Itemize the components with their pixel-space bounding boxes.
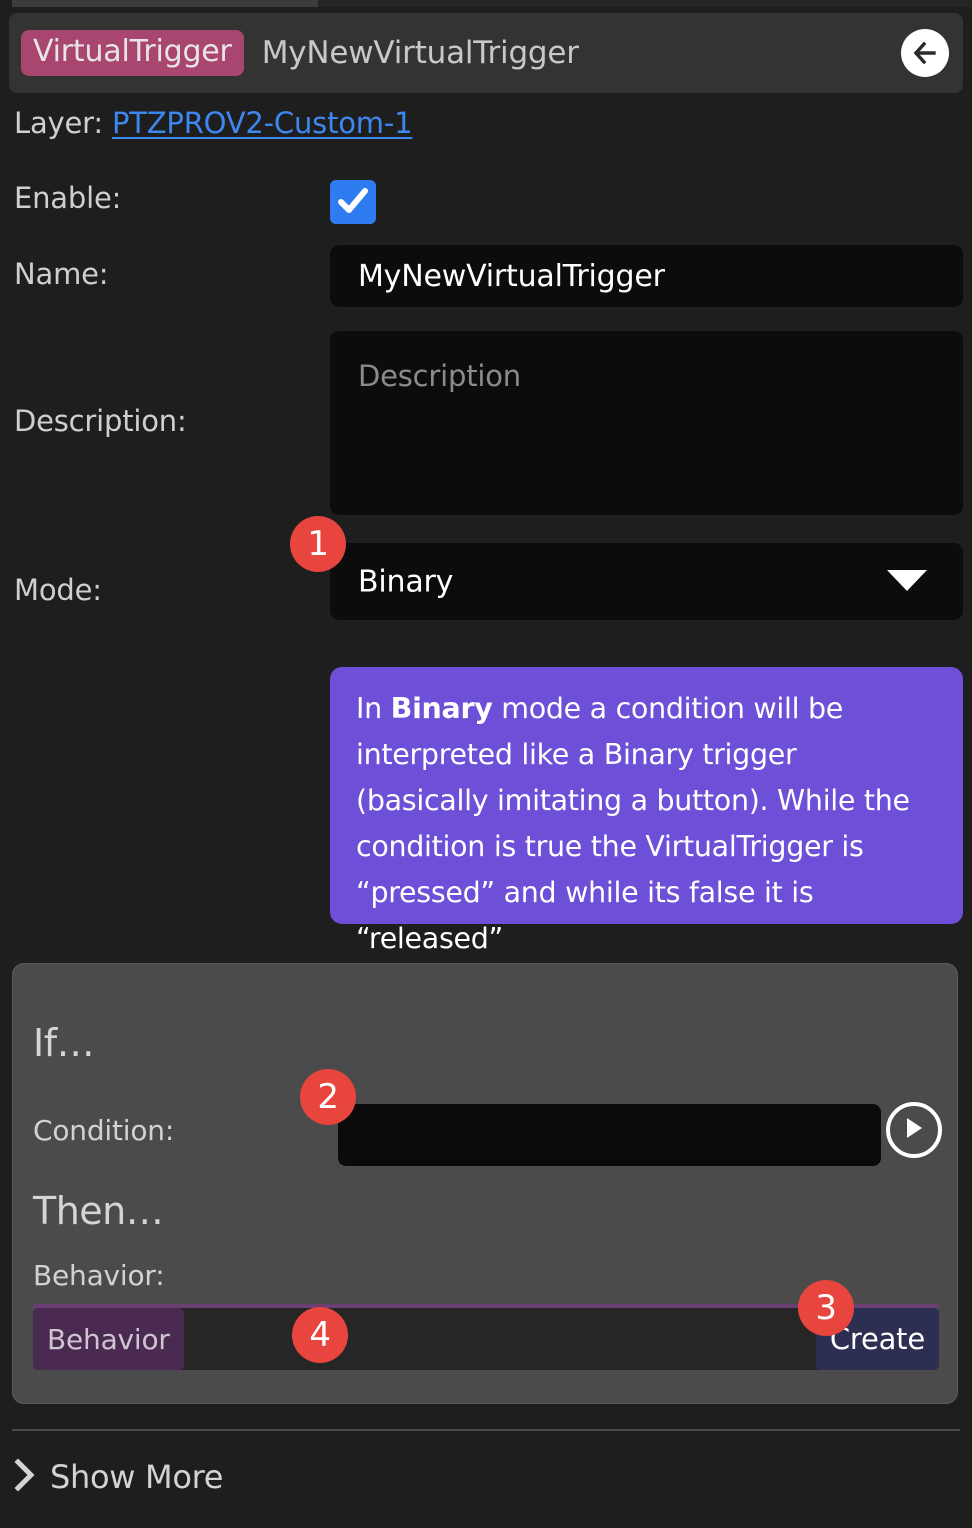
back-button[interactable]: [901, 29, 949, 77]
description-label: Description:: [14, 404, 187, 438]
annotation-badge-3: 3: [798, 1280, 854, 1336]
layer-link[interactable]: PTZPROV2-Custom-1: [112, 106, 413, 140]
footer-divider: [12, 1429, 960, 1431]
tooltip-bold-word: Binary: [390, 692, 493, 725]
annotation-badge-2: 2: [300, 1069, 356, 1125]
chevron-down-icon: [885, 567, 929, 597]
then-heading: Then…: [33, 1189, 164, 1233]
mode-selected-value: Binary: [358, 564, 454, 599]
name-label: Name:: [14, 257, 109, 291]
play-circle-icon: [902, 1115, 926, 1145]
condition-label: Condition:: [33, 1114, 175, 1147]
enable-checkbox[interactable]: [330, 180, 376, 224]
tab-strip: [0, 0, 972, 7]
rule-panel: If… Condition: Then… Behavior: Behavior …: [12, 963, 958, 1404]
mode-dropdown[interactable]: Binary: [330, 543, 963, 620]
tooltip-prefix: In: [356, 692, 391, 725]
description-input[interactable]: [330, 331, 963, 515]
name-input[interactable]: [330, 245, 963, 307]
behavior-label: Behavior:: [33, 1259, 165, 1292]
mode-info-tooltip: In Binary mode a condition will be inter…: [330, 667, 963, 955]
behavior-tag[interactable]: Behavior: [33, 1308, 184, 1370]
virtual-trigger-editor-panel: VirtualTrigger MyNewVirtualTrigger Layer…: [0, 0, 972, 1528]
if-heading: If…: [33, 1021, 95, 1065]
page-title: MyNewVirtualTrigger: [261, 35, 579, 71]
layer-label: Layer:: [14, 106, 103, 140]
tab-strip-remainder: [318, 0, 972, 7]
condition-input[interactable]: [338, 1104, 881, 1166]
enable-label: Enable:: [14, 181, 122, 215]
arrow-left-icon: [910, 38, 940, 68]
annotation-badge-4: 4: [292, 1307, 348, 1363]
show-more-label: Show More: [50, 1458, 224, 1496]
run-condition-button[interactable]: [886, 1102, 942, 1158]
chevron-right-icon: [14, 1458, 36, 1496]
tooltip-body: mode a condition will be interpreted lik…: [356, 692, 910, 955]
type-badge: VirtualTrigger: [21, 30, 244, 76]
mode-label: Mode:: [14, 573, 102, 607]
show-more-toggle[interactable]: Show More: [14, 1458, 223, 1496]
tab-active[interactable]: [12, 0, 318, 7]
annotation-badge-1: 1: [290, 516, 346, 572]
layer-row: Layer: PTZPROV2-Custom-1: [14, 106, 413, 140]
panel-header: VirtualTrigger MyNewVirtualTrigger: [9, 13, 963, 93]
